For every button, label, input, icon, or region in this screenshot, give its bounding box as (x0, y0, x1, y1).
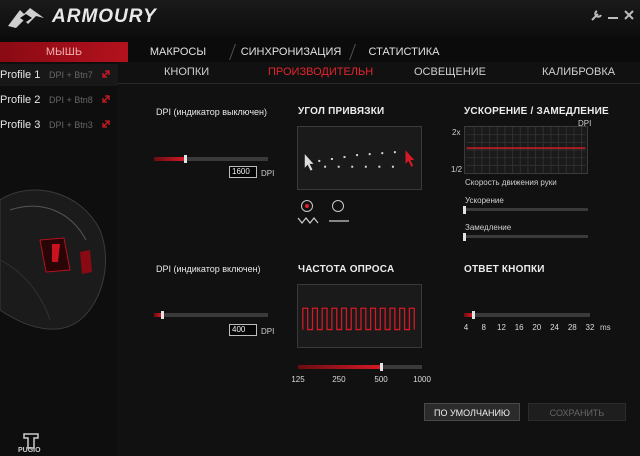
mouse-image (0, 189, 106, 330)
profile-item-3[interactable]: Profile 3 DPI + Btn3 (0, 114, 118, 136)
main-tabs: МЫШЬ МАКРОСЫ СИНХРОНИЗАЦИЯ СТАТИСТИКА (0, 42, 640, 62)
dpi-on-unit: DPI (261, 327, 275, 336)
tick-label: 32 (585, 323, 595, 332)
tick-label: 28 (567, 323, 577, 332)
dpi-off-slider[interactable] (154, 155, 268, 163)
tab-performance[interactable]: ПРОИЗВОДИТЕЛЬН (268, 66, 373, 78)
polling-rate-preview (297, 284, 422, 348)
profile-sidebar: Profile 1 DPI + Btn7 Profile 2 DPI + Btn… (0, 62, 118, 456)
tab-mouse[interactable]: МЫШЬ (0, 42, 128, 62)
save-button[interactable]: СОХРАНИТЬ (528, 403, 626, 421)
tab-statistics[interactable]: СТАТИСТИКА (356, 42, 452, 62)
minimize-icon[interactable] (606, 8, 620, 22)
link-icon[interactable] (101, 69, 111, 79)
tick-label: 20 (532, 323, 542, 332)
tab-buttons[interactable]: КНОПКИ (164, 66, 209, 78)
settings-icon[interactable] (590, 8, 604, 22)
device-name: PUGIO (18, 447, 41, 454)
deceleration-label: Замедление (465, 223, 512, 232)
tick-label: 4 (463, 323, 469, 332)
tab-macros[interactable]: МАКРОСЫ (130, 42, 226, 62)
dpi-off-label: DPI (индикатор выключен) (156, 107, 268, 117)
link-icon[interactable] (101, 94, 111, 104)
button-response-unit: ms (600, 323, 611, 332)
tick-label: 1000 (413, 375, 431, 384)
angle-snap-on-radio[interactable] (332, 200, 344, 212)
angle-snap-off-radio[interactable] (301, 200, 313, 212)
dpi-off-input[interactable]: 1600 (229, 166, 257, 178)
profile-name: Profile 3 (0, 119, 41, 131)
profile-item-1[interactable]: Profile 1 DPI + Btn7 (0, 64, 118, 86)
tick-label: 16 (514, 323, 524, 332)
graph-y-bottom: 1/2 (451, 165, 463, 174)
hand-speed-label: Скорость движения руки (465, 178, 557, 187)
button-response-title: ОТВЕТ КНОПКИ (464, 264, 545, 275)
button-response-slider[interactable] (464, 311, 590, 319)
angle-snapping-preview (297, 126, 422, 190)
profile-item-2[interactable]: Profile 2 DPI + Btn8 (0, 89, 118, 111)
polling-rate-slider[interactable] (298, 363, 422, 371)
acceleration-label: Ускорение (465, 196, 504, 205)
app-title: ARMOURY (52, 6, 157, 27)
link-icon[interactable] (101, 119, 111, 129)
tab-calibration[interactable]: КАЛИБРОВКА (542, 66, 615, 78)
dpi-on-input[interactable]: 400 (229, 324, 257, 336)
slider-handle[interactable] (463, 206, 466, 214)
slider-handle[interactable] (471, 311, 475, 319)
polling-rate-ticks: 125 250 500 1000 (291, 375, 431, 385)
slider-handle[interactable] (380, 363, 384, 371)
angle-snapping-title: УГОЛ ПРИВЯЗКИ (298, 106, 385, 117)
content-area: КНОПКИ ПРОИЗВОДИТЕЛЬН ОСВЕЩЕНИЕ КАЛИБРОВ… (118, 62, 640, 456)
tick-label: 250 (332, 375, 346, 384)
polling-rate-title: ЧАСТОТА ОПРОСА (298, 264, 395, 275)
profile-binding: DPI + Btn7 (49, 70, 93, 80)
tick-label: 125 (291, 375, 305, 384)
dpi-on-slider[interactable] (154, 311, 268, 319)
dpi-off-unit: DPI (261, 169, 275, 178)
sub-tabs: КНОПКИ ПРОИЗВОДИТЕЛЬН ОСВЕЩЕНИЕ КАЛИБРОВ… (118, 62, 640, 84)
tick-label: 8 (481, 323, 486, 332)
wavy-line-icon (297, 217, 319, 224)
profile-binding: DPI + Btn3 (49, 120, 93, 130)
profile-name: Profile 2 (0, 94, 41, 106)
profile-binding: DPI + Btn8 (49, 95, 93, 105)
tick-label: 500 (374, 375, 388, 384)
slider-handle[interactable] (183, 155, 187, 163)
acceleration-graph (464, 126, 588, 174)
dpi-on-label: DPI (индикатор включен) (156, 264, 261, 274)
profile-name: Profile 1 (0, 69, 41, 81)
acceleration-slider[interactable] (463, 206, 588, 214)
slider-handle[interactable] (463, 233, 466, 241)
deceleration-slider[interactable] (463, 233, 588, 241)
slider-handle[interactable] (160, 311, 164, 319)
rog-logo-icon (8, 8, 44, 28)
tick-label: 24 (550, 323, 559, 332)
acceleration-title: УСКОРЕНИЕ / ЗАМЕДЛЕНИЕ (464, 106, 609, 117)
tab-lighting[interactable]: ОСВЕЩЕНИЕ (414, 66, 486, 78)
graph-y-top: 2x (452, 128, 461, 137)
title-bar: ARMOURY (0, 0, 640, 36)
tick-label: 12 (497, 323, 506, 332)
tab-sync[interactable]: СИНХРОНИЗАЦИЯ (236, 42, 346, 62)
close-icon[interactable] (622, 8, 636, 22)
default-button[interactable]: ПО УМОЛЧАНИЮ (424, 403, 520, 421)
button-response-ticks: 4 8 12 16 20 24 28 32 (463, 323, 595, 333)
straight-line-icon (329, 220, 349, 222)
